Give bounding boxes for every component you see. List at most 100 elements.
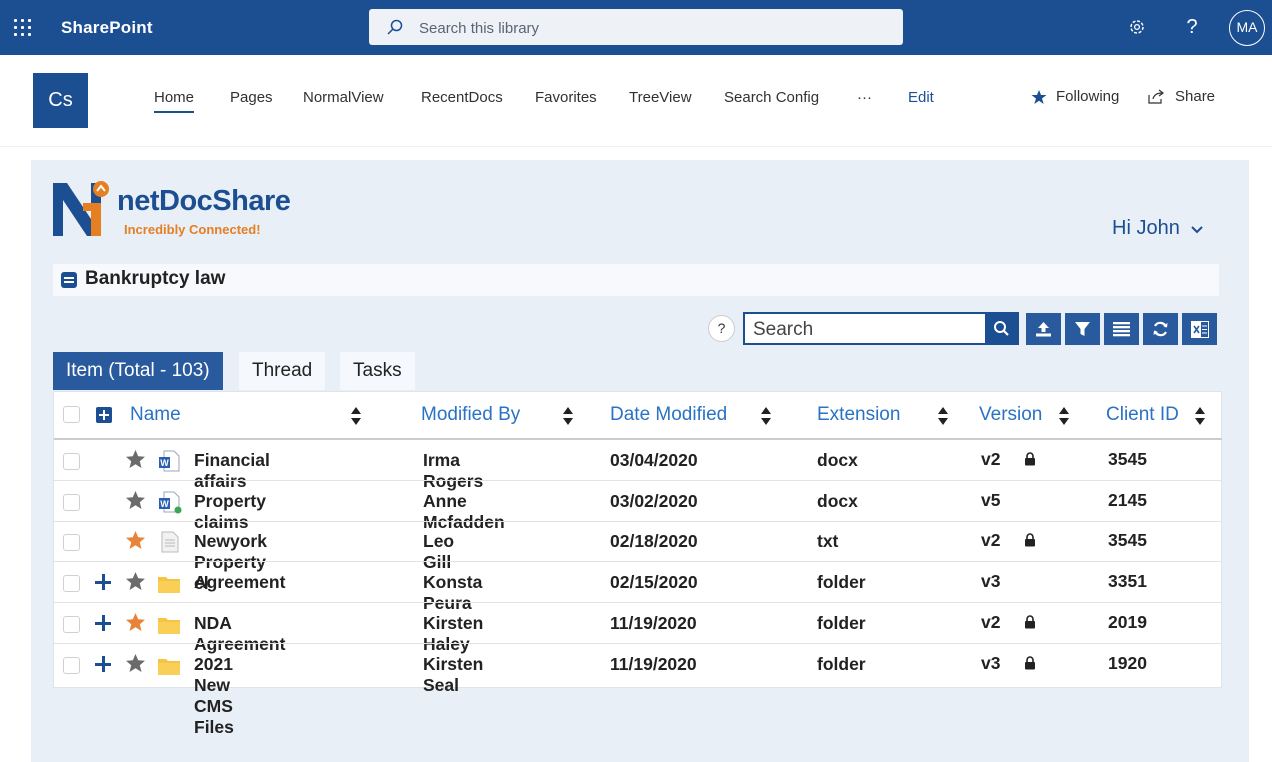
app-name[interactable]: SharePoint [61, 18, 153, 38]
following-button[interactable]: Following [1056, 88, 1119, 105]
favorite-star-icon[interactable] [125, 490, 146, 510]
folder-icon [158, 618, 180, 634]
row-name[interactable]: Financial affairs [194, 450, 270, 492]
word-document-icon: W [159, 450, 180, 472]
word-document-icon: W [159, 491, 182, 514]
favorite-star-icon[interactable] [125, 612, 146, 632]
row-name[interactable]: 2021 New CMS Files [194, 654, 234, 738]
following-star-icon[interactable] [1031, 89, 1047, 105]
row-modified-by: Konsta Peura [423, 572, 483, 613]
nav-search-config[interactable]: Search Config [724, 89, 819, 106]
favorite-star-icon[interactable] [125, 530, 146, 550]
row-modified-by: Irma Rogers [423, 450, 484, 491]
refresh-button[interactable] [1143, 313, 1178, 345]
library-search-box[interactable]: Search this library [369, 9, 903, 45]
row-checkbox[interactable] [63, 575, 80, 592]
header-divider-line [54, 438, 1222, 440]
nav-treeview[interactable]: TreeView [629, 89, 692, 106]
site-logo[interactable]: Cs [33, 73, 88, 128]
row-modified-by: Kirsten Seal [423, 654, 484, 695]
export-excel-button[interactable] [1182, 313, 1217, 345]
search-placeholder: Search this library [419, 20, 540, 37]
text-file-icon [161, 531, 179, 553]
row-divider [54, 521, 1222, 522]
row-checkbox[interactable] [63, 494, 80, 511]
nav-more-ellipsis[interactable]: ··· [857, 89, 872, 106]
favorite-star-icon[interactable] [125, 449, 146, 469]
row-modified-by: Kirsten Haley [423, 613, 484, 654]
sort-icon[interactable] [350, 406, 362, 426]
help-button[interactable]: ? [708, 315, 735, 342]
user-avatar[interactable]: MA [1229, 10, 1265, 46]
select-all-checkbox[interactable] [63, 406, 80, 423]
row-date-modified: 11/19/2020 [610, 613, 697, 633]
column-header-name[interactable]: Name [130, 404, 181, 426]
row-extension: folder [817, 613, 866, 633]
filter-icon [1075, 322, 1090, 336]
row-name[interactable]: Property claims [194, 491, 266, 533]
row-name[interactable]: NDA Agreement [194, 613, 285, 655]
nav-recentdocs[interactable]: RecentDocs [421, 89, 503, 106]
library-title-bar [53, 264, 1219, 296]
expand-row-icon[interactable] [95, 574, 111, 590]
share-button[interactable]: Share [1175, 88, 1215, 105]
expand-row-icon[interactable] [95, 656, 111, 672]
search-icon [994, 321, 1009, 336]
share-icon[interactable] [1148, 89, 1165, 104]
row-extension: txt [817, 531, 839, 551]
filter-button[interactable] [1065, 313, 1100, 345]
expand-all-icon[interactable] [96, 407, 112, 423]
sort-icon[interactable] [1194, 406, 1206, 426]
favorite-star-icon[interactable] [125, 571, 146, 591]
row-client-id: 3545 [1108, 530, 1147, 550]
tab-thread[interactable]: Thread [239, 352, 326, 390]
excel-icon [1191, 321, 1209, 338]
row-client-id: 2019 [1108, 612, 1147, 632]
column-header-modified-by[interactable]: Modified By [421, 404, 520, 426]
row-checkbox[interactable] [63, 534, 80, 551]
chevron-down-icon [1191, 226, 1204, 234]
sort-icon[interactable] [1058, 406, 1070, 426]
nav-pages[interactable]: Pages [230, 89, 273, 106]
row-name[interactable]: Agreement [194, 572, 285, 593]
expand-row-icon[interactable] [95, 615, 111, 631]
column-header-extension[interactable]: Extension [817, 404, 900, 426]
help-icon[interactable]: ? [1179, 14, 1205, 40]
grid-search-input[interactable]: Search [743, 312, 1019, 345]
lock-icon [1025, 452, 1035, 466]
app-launcher-icon[interactable] [14, 19, 32, 37]
svg-text:W: W [160, 458, 169, 468]
refresh-icon [1153, 321, 1168, 337]
row-extension: folder [817, 654, 866, 674]
sort-icon[interactable] [760, 406, 772, 426]
nav-edit-link[interactable]: Edit [908, 89, 934, 106]
search-icon [387, 19, 403, 35]
favorite-star-icon[interactable] [125, 653, 146, 673]
row-checkbox[interactable] [63, 453, 80, 470]
column-header-version[interactable]: Version [979, 404, 1042, 426]
row-version: v3 [981, 653, 1001, 673]
column-header-date-modified[interactable]: Date Modified [610, 404, 727, 426]
nav-favorites[interactable]: Favorites [535, 89, 597, 106]
settings-gear-icon[interactable] [1124, 14, 1150, 40]
sort-icon[interactable] [562, 406, 574, 426]
list-view-button[interactable] [1104, 313, 1139, 345]
grid-search-button[interactable] [985, 314, 1017, 343]
row-divider [54, 561, 1222, 562]
folder-icon [158, 659, 180, 675]
row-checkbox[interactable] [63, 616, 80, 633]
row-extension: docx [817, 450, 858, 470]
column-header-client-id[interactable]: Client ID [1106, 404, 1179, 426]
brand-tagline: Incredibly Connected! [124, 222, 261, 237]
row-checkbox[interactable] [63, 657, 80, 674]
row-version: v2 [981, 530, 1001, 550]
tab-items[interactable]: Item (Total - 103) [53, 352, 223, 390]
user-menu[interactable]: Hi John [1112, 217, 1204, 240]
row-modified-by: Leo Gill [423, 531, 455, 572]
sort-icon[interactable] [937, 406, 949, 426]
nav-normalview[interactable]: NormalView [303, 89, 384, 106]
library-icon [61, 272, 77, 288]
tab-tasks[interactable]: Tasks [340, 352, 415, 390]
nav-home[interactable]: Home [154, 89, 195, 113]
upload-button[interactable] [1026, 313, 1061, 345]
